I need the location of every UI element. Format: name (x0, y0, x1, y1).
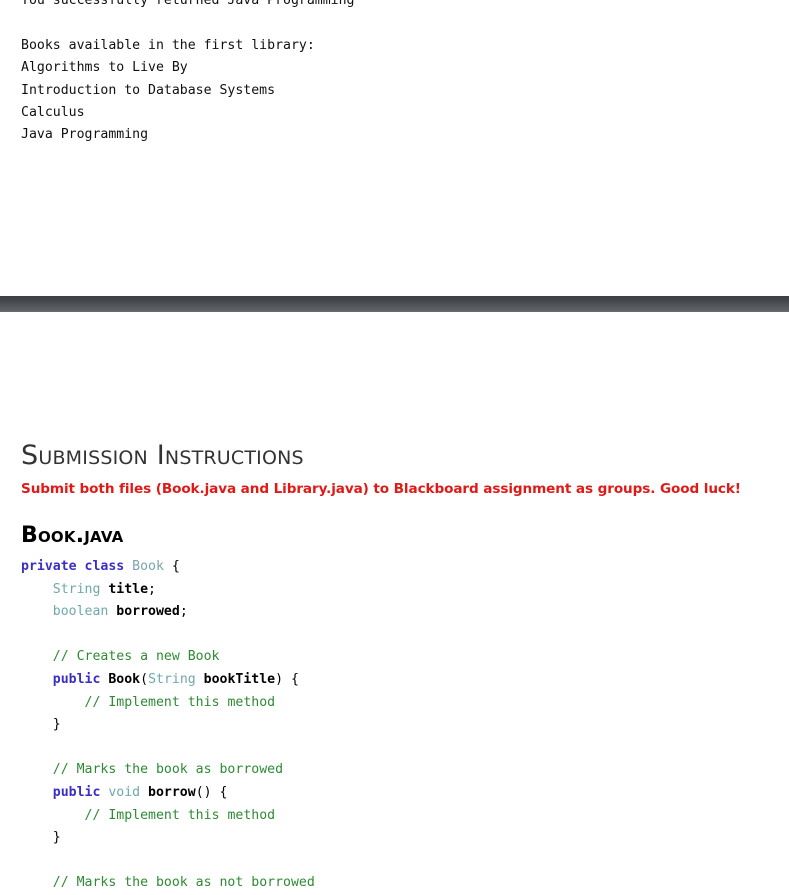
console-line: You successfully returned Java Programmi… (21, 0, 355, 8)
code-line: } (21, 827, 766, 850)
code-token-plain: } (52, 717, 61, 733)
code-token-comment: // Creates a new Book (52, 649, 220, 665)
code-line: // Implement this method (21, 692, 766, 715)
code-token-comment: // Marks the book as borrowed (52, 762, 284, 778)
code-token-comment: // Marks the book as not borrowed (52, 875, 315, 891)
code-token-plain: ; (179, 604, 188, 620)
code-line: // Creates a new Book (21, 646, 766, 669)
submission-instructions-heading: Submission Instructions (21, 440, 304, 471)
book-java-heading: Book.java (21, 523, 124, 548)
code-token-ident: borrowed (116, 604, 180, 620)
submission-note: Submit both files (Book.java and Library… (21, 481, 741, 497)
console-line: Introduction to Database Systems (21, 82, 276, 98)
code-token-comment: // Implement this method (84, 807, 276, 823)
code-token-kw: private class (21, 559, 133, 574)
code-token-kw: public (52, 671, 109, 687)
code-token-type: String (148, 671, 204, 687)
code-token-kw: public (52, 784, 109, 800)
code-token-plain: ( (140, 671, 149, 687)
code-token-ident: borrow (148, 784, 196, 800)
console-line: Books available in the first library: (21, 37, 315, 53)
code-line: public void borrow() { (21, 782, 766, 805)
code-token-ident: bookTitle (203, 671, 276, 687)
code-token-type: void (108, 784, 149, 800)
console-output: You successfully returned Java Programmi… (21, 0, 761, 147)
console-line: Algorithms to Live By (21, 60, 188, 76)
code-line: String title; (21, 579, 766, 602)
code-token-ident: Book (108, 671, 141, 687)
code-token-plain: ; (148, 581, 156, 597)
console-line: Calculus (21, 105, 85, 121)
code-token-comment: // Implement this method (84, 694, 276, 710)
section-divider-bar (0, 296, 789, 312)
code-line: // Implement this method (21, 805, 766, 828)
document-page: You successfully returned Java Programmi… (0, 0, 789, 894)
code-token-plain: () { (195, 784, 228, 800)
code-token-ident: title (108, 581, 149, 597)
code-token-cls: Book (132, 559, 164, 574)
code-token-plain: { (163, 559, 180, 574)
code-line: boolean borrowed; (21, 601, 766, 624)
code-token-plain: } (52, 830, 61, 846)
code-line: public Book(String bookTitle) { (21, 669, 766, 692)
code-token-type: String (52, 581, 109, 597)
code-line: private class Book { (21, 556, 766, 579)
code-token-plain: ) { (275, 671, 299, 687)
code-line: // Marks the book as not borrowed (21, 872, 766, 895)
console-line: Java Programming (21, 127, 149, 143)
code-token-type: boolean (52, 604, 117, 620)
java-code-block: private class Book { String title; boole… (21, 556, 766, 895)
code-line: } (21, 714, 766, 737)
code-line: // Marks the book as borrowed (21, 759, 766, 782)
